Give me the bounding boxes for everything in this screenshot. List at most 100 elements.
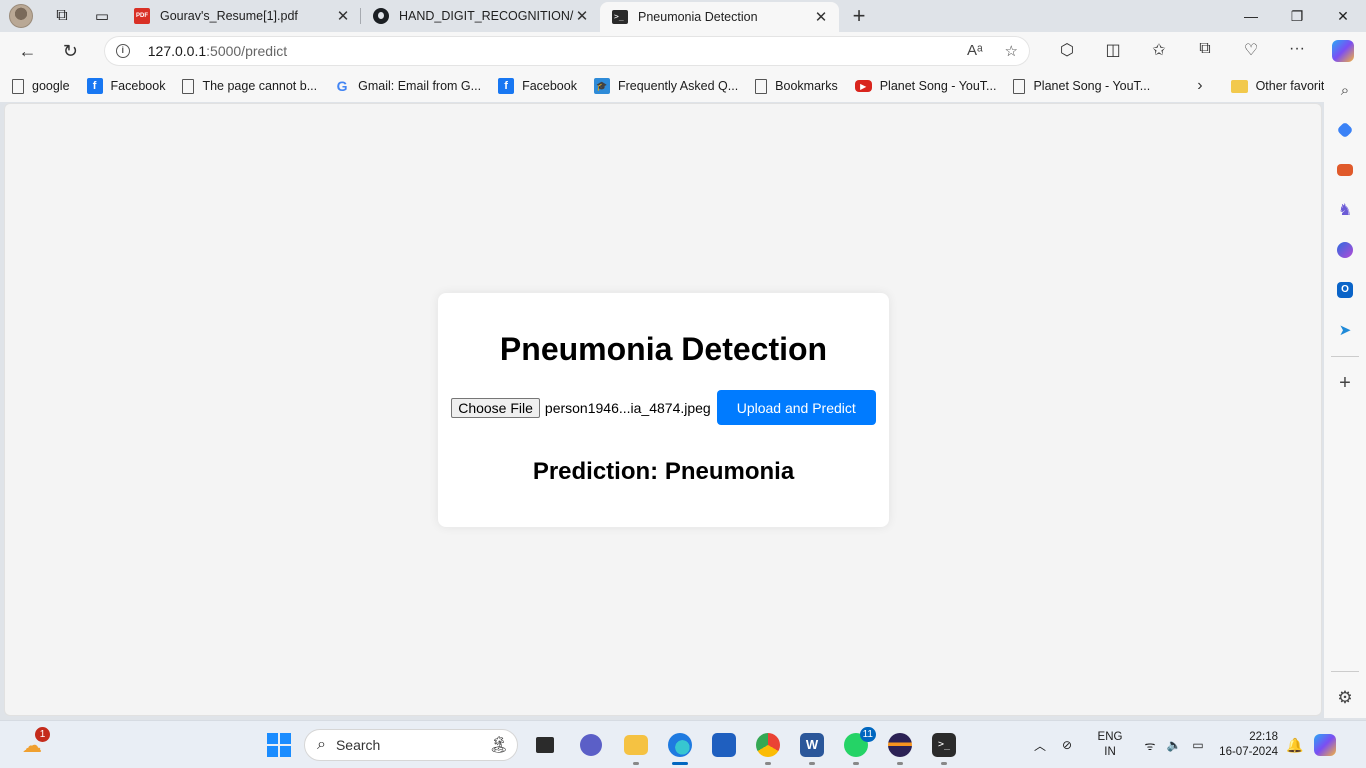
close-window-button[interactable]: ✕ [1320,0,1366,32]
upload-and-predict-button[interactable]: Upload and Predict [716,390,876,425]
volume-icon[interactable]: 🔈 [1162,738,1186,752]
more-options-icon[interactable]: ··· [1274,40,1320,62]
language-indicator[interactable]: ENG IN [1090,730,1130,760]
prediction-result: Prediction: Pneumonia [532,458,795,485]
whatsapp-button[interactable]: 11 [840,727,876,765]
notification-bell-icon[interactable]: 🔔 [1282,737,1308,754]
sidebar-games-button[interactable]: ♞ [1325,190,1365,230]
sidebar-send-button[interactable]: ➤ [1325,310,1365,350]
chat-icon [580,734,602,756]
close-tab-icon[interactable]: ✕ [813,8,829,26]
collections-icon[interactable]: ⧉ [1182,40,1228,62]
sidebar-outlook-button[interactable]: O [1325,270,1365,310]
minimize-button[interactable]: — [1228,0,1274,32]
browser-essentials-icon[interactable]: ♡ [1228,40,1274,62]
taskbar-search[interactable]: ⌕ Search 🏝 [304,729,518,761]
close-tab-icon[interactable]: ✕ [574,7,590,25]
bookmark-label: Gmail: Email from G... [358,79,482,93]
bookmark-facebook-2[interactable]: f Facebook [498,78,577,94]
task-view-button[interactable] [529,729,561,761]
copilot-taskbar-icon[interactable] [1314,734,1336,756]
teams-chat-button[interactable] [575,729,607,761]
faq-icon: 🎓 [593,78,610,94]
store-icon [712,733,736,757]
split-screen-icon[interactable]: ◫ [1090,40,1136,62]
bookmark-planet-song-youtube[interactable]: ▶ Planet Song - YouT... [854,79,996,93]
vpn-status-icon[interactable]: ⊘ [1050,738,1084,752]
edge-button[interactable] [664,729,696,765]
back-button[interactable]: ← [6,32,49,70]
profile-avatar[interactable] [0,0,42,32]
file-explorer-button[interactable] [620,729,652,765]
bookmark-label: Planet Song - YouT... [1033,79,1151,93]
clock[interactable]: 22:18 16-07-2024 [1216,730,1278,760]
favorites-icon[interactable]: ✩ [1136,40,1182,62]
choose-file-button[interactable]: Choose File [451,397,540,418]
tab-github[interactable]: HAND_DIGIT_RECOGNITION/Pro ✕ [361,0,600,32]
widgets-button[interactable]: ☁ 1 [18,727,50,761]
sidebar-microsoft365-button[interactable] [1325,230,1365,270]
language-region: IN [1104,746,1116,758]
tab-actions-button[interactable]: ▭ [82,0,122,32]
sidebar-search-button[interactable]: ⌕ [1325,70,1365,110]
microsoft-store-button[interactable] [708,729,740,761]
bookmark-google[interactable]: google [12,78,70,94]
favorite-star-icon[interactable]: ☆ [1005,42,1018,60]
bookmark-page-cannot-be[interactable]: The page cannot b... [182,78,318,94]
bookmark-label: Frequently Asked Q... [617,79,739,93]
toolbox-icon [1337,164,1353,176]
chrome-button[interactable] [752,729,784,765]
search-highlight-icon: 🏝 [488,737,509,754]
url-text[interactable]: 127.0.0.1:5000/predict [148,43,287,59]
sidebar-tools-button[interactable] [1325,150,1365,190]
terminal-button[interactable]: >_ [928,729,960,765]
show-hidden-icons-chevron-icon[interactable]: ︿ [1030,737,1050,754]
folder-icon [624,735,648,755]
microsoft365-icon [1337,242,1353,258]
site-info-icon[interactable]: i [115,44,130,58]
page-title: Pneumonia Detection [499,331,828,367]
chess-piece-icon: ♞ [1337,202,1353,219]
close-tab-icon[interactable]: ✕ [335,7,351,25]
sidebar-add-button[interactable]: + [1325,363,1365,403]
wifi-icon[interactable]: ᯤ [1138,737,1162,754]
folder-icon [1230,79,1248,93]
terminal-icon: >_ [612,10,628,24]
word-button[interactable]: W [796,729,828,765]
toolbar-actions: ⬡ ◫ ✩ ⧉ ♡ ··· [1044,40,1366,62]
github-icon [373,8,389,24]
tab-resume-pdf[interactable]: PDF Gourav's_Resume[1].pdf ✕ [122,0,361,32]
more-bookmarks-chevron-icon[interactable]: › [1197,77,1202,95]
bookmark-bookmarks[interactable]: Bookmarks [755,78,838,94]
sidebar-divider [1331,356,1359,357]
new-tab-button[interactable]: + [839,0,879,32]
sidebar-divider [1331,671,1359,672]
gear-icon: ⚙ [1337,688,1353,707]
sidebar-shopping-button[interactable] [1325,110,1365,150]
word-icon: W [800,733,824,757]
bookmark-faq[interactable]: 🎓 Frequently Asked Q... [593,78,739,94]
tab-pneumonia-detection[interactable]: >_ Pneumonia Detection ✕ [600,2,839,32]
address-bar[interactable]: i 127.0.0.1:5000/predict Aᵃ ☆ [103,36,1030,66]
bookmark-facebook[interactable]: f Facebook [86,78,166,94]
tab-actions-icon: ▭ [94,8,110,25]
restore-button[interactable]: ❐ [1274,0,1320,32]
extensions-icon[interactable]: ⬡ [1044,40,1090,62]
page-viewport: Pneumonia Detection Choose File person19… [4,103,1322,716]
bookmark-planet-song-2[interactable]: Planet Song - YouT... [1013,78,1151,94]
battery-icon[interactable]: ▭ [1186,738,1210,752]
tab-title: HAND_DIGIT_RECOGNITION/Pro [399,9,574,23]
read-aloud-icon[interactable]: Aᵃ [967,42,983,60]
eclipse-button[interactable] [884,729,916,765]
workspaces-button[interactable]: ⧉ [42,0,82,32]
copilot-button[interactable] [1320,40,1366,62]
sidebar-settings-button[interactable]: ⚙ [1325,678,1365,718]
facebook-icon: f [498,78,515,94]
bookmark-other-favorites[interactable]: Other favorites [1230,79,1338,93]
start-button[interactable] [263,729,295,761]
bookmark-label: Facebook [110,79,166,93]
bookmark-gmail[interactable]: G Gmail: Email from G... [334,78,481,94]
bookmark-label: The page cannot b... [202,79,318,93]
windows-taskbar: ☁ 1 ⌕ Search 🏝 W 11 >_ ︿ ⊘ ENG IN ᯤ 🔈 ▭ … [0,720,1366,768]
refresh-button[interactable]: ↻ [49,32,92,70]
